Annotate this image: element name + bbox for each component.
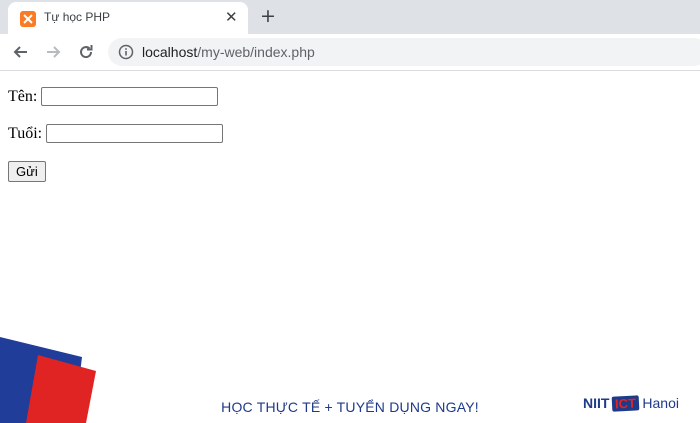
name-row: Tên: [8, 87, 219, 106]
tab-strip: Tự học PHP ✕ + [0, 0, 700, 34]
name-input[interactable] [41, 87, 219, 106]
tab-title: Tự học PHP [44, 10, 111, 24]
url-path: /my-web/index.php [197, 44, 315, 60]
age-row: Tuổi: [8, 124, 224, 143]
logo-part1: NIIT [583, 395, 610, 411]
url-host: localhost [142, 44, 198, 60]
submit-button[interactable]: Gửi [8, 161, 46, 182]
logo-part2: Hanoi [642, 395, 679, 411]
logo-badge: ICT [612, 394, 640, 412]
age-label: Tuổi: [8, 124, 43, 142]
page-content: Tên: Tuổi: Gửi HỌC THỰC TẾ + TUYỂN DỤNG … [0, 71, 700, 423]
new-tab-icon[interactable]: + [260, 5, 276, 27]
xampp-icon [20, 11, 36, 27]
name-label: Tên: [8, 87, 38, 105]
niit-ict-logo: NIIT ICT Hanoi [583, 393, 679, 413]
back-arrow-icon[interactable] [10, 41, 32, 63]
age-input[interactable] [46, 124, 224, 143]
active-tab[interactable]: Tự học PHP ✕ [8, 2, 248, 34]
reload-icon[interactable] [75, 41, 97, 63]
info-icon[interactable] [118, 44, 134, 65]
tab-close-icon[interactable]: ✕ [225, 8, 238, 26]
address-bar[interactable]: localhost/my-web/index.php [108, 38, 700, 66]
url-text[interactable]: localhost/my-web/index.php [142, 44, 315, 60]
forward-arrow-icon[interactable] [42, 41, 64, 63]
browser-toolbar: localhost/my-web/index.php [0, 34, 700, 71]
